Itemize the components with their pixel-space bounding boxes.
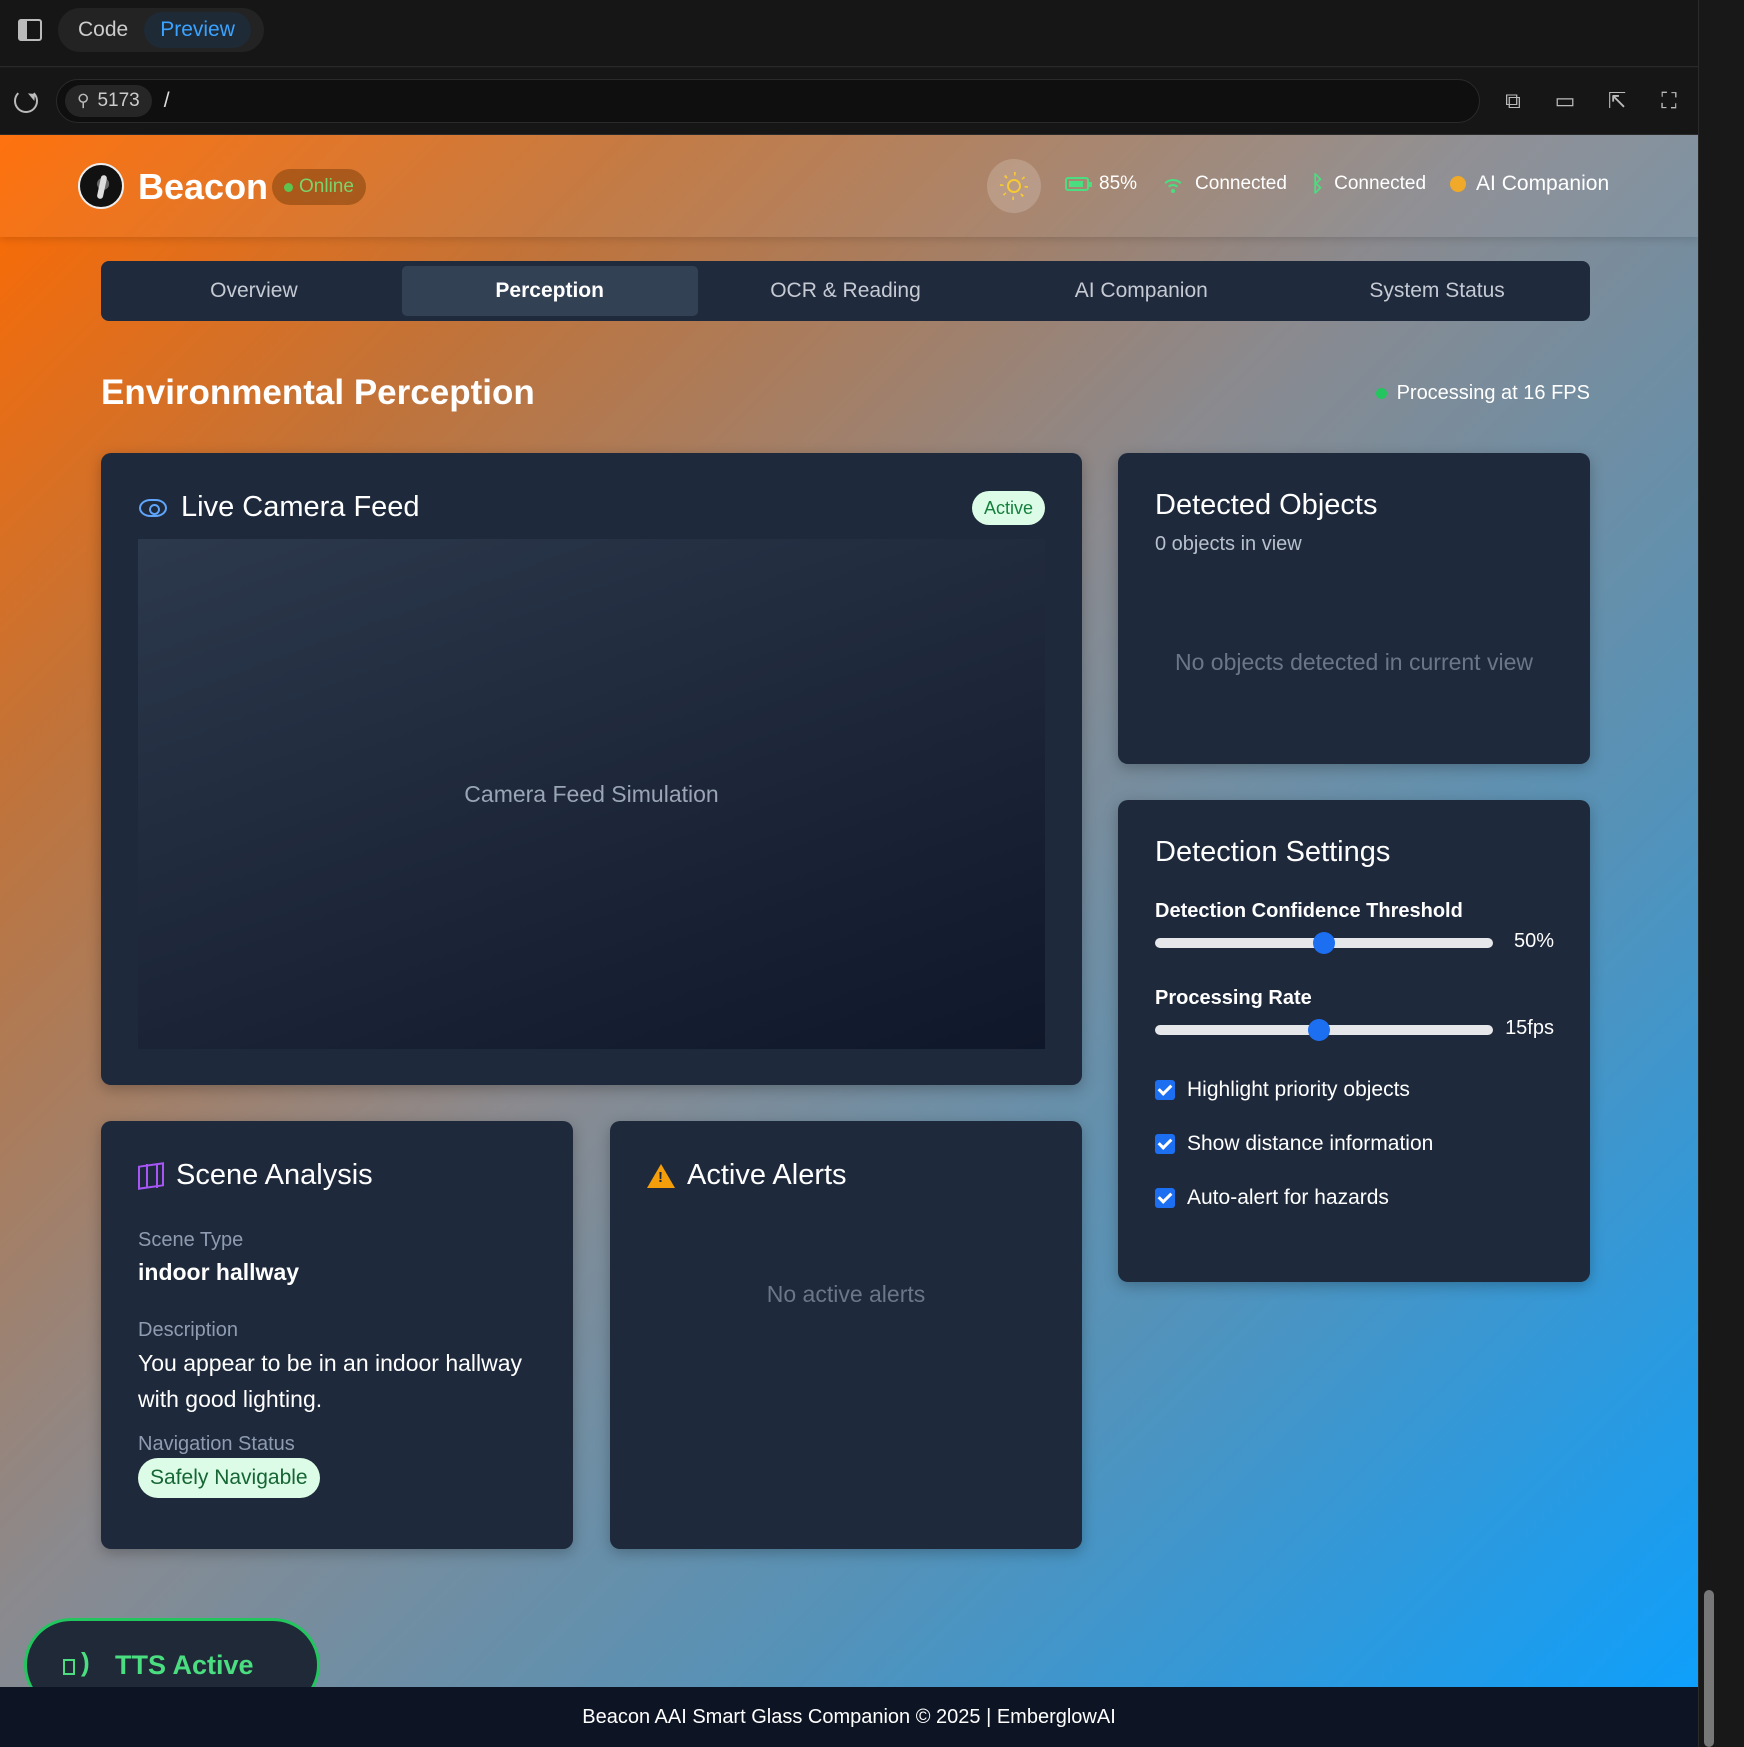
fullscreen-icon[interactable]: ⛶: [1656, 88, 1682, 114]
processing-rate-slider-thumb[interactable]: [1307, 1019, 1330, 1041]
scene-title: Scene Analysis: [176, 1159, 373, 1191]
camera-active-badge: Active: [971, 491, 1045, 525]
scrollbar-track[interactable]: [1698, 0, 1744, 1747]
alerts-empty-state: No active alerts: [766, 1281, 926, 1307]
app-header: Beacon Online 85% Connected ᛒ Connected …: [0, 135, 1698, 237]
navigation-status-badge: Safely Navigable: [138, 1458, 320, 1498]
auto-alert-label[interactable]: Auto-alert for hazards: [1187, 1186, 1389, 1210]
browser-toolbar: Code Preview: [0, 0, 1698, 67]
inspect-cursor-icon[interactable]: ⇱: [1604, 88, 1630, 114]
eye-icon: [139, 498, 167, 517]
sidebar-toggle-icon[interactable]: [18, 19, 42, 41]
port-number: 5173: [97, 90, 140, 111]
objects-title: Detected Objects: [1155, 489, 1378, 521]
map-icon: [138, 1163, 164, 1188]
online-label: Online: [299, 176, 354, 197]
device-toggle-icon[interactable]: ▭: [1552, 88, 1578, 114]
camera-card: Live Camera Feed Active Camera Feed Simu…: [101, 453, 1082, 1085]
warning-icon: [647, 1163, 675, 1188]
ai-companion-label: AI Companion: [1476, 172, 1610, 195]
detected-objects-card: Detected Objects 0 objects in view No ob…: [1118, 453, 1590, 764]
device-status: 85% Connected ᛒ Connected AI Companion: [1065, 171, 1609, 197]
online-dot-icon: [284, 182, 293, 192]
bluetooth-status: ᛒ Connected: [1311, 171, 1426, 197]
fps-status: Processing at 16 FPS: [1375, 382, 1590, 405]
fps-label: Processing at 16 FPS: [1396, 382, 1590, 404]
confidence-slider[interactable]: [1155, 932, 1493, 954]
tts-label: TTS Active: [115, 1649, 254, 1680]
processing-rate-slider[interactable]: [1155, 1019, 1493, 1041]
online-badge: Online: [272, 169, 366, 205]
reload-icon[interactable]: [14, 89, 38, 113]
scene-analysis-card: Scene Analysis Scene Type indoor hallway…: [101, 1121, 573, 1549]
confidence-label: Detection Confidence Threshold: [1155, 900, 1463, 922]
bluetooth-icon: ᛒ: [1310, 171, 1325, 196]
brand-name: Beacon: [138, 166, 269, 207]
theme-toggle-button[interactable]: [987, 159, 1041, 213]
description-label: Description: [138, 1319, 239, 1341]
open-external-icon[interactable]: ⧉: [1500, 88, 1526, 114]
address-bar: ⚲ 5173 / ⧉ ▭ ⇱ ⛶: [0, 68, 1698, 135]
camera-placeholder: Camera Feed Simulation: [464, 780, 719, 807]
distance-info-label[interactable]: Show distance information: [1187, 1132, 1433, 1156]
battery-icon: [1065, 177, 1092, 191]
confidence-slider-thumb[interactable]: [1313, 932, 1335, 954]
active-alerts-card: Active Alerts No active alerts: [610, 1121, 1082, 1549]
distance-info-checkbox[interactable]: [1155, 1134, 1175, 1154]
battery-status: 85%: [1065, 173, 1137, 195]
sun-icon: [1007, 179, 1021, 193]
scene-type-label: Scene Type: [138, 1229, 244, 1251]
highlight-priority-label[interactable]: Highlight priority objects: [1187, 1078, 1410, 1102]
url-field[interactable]: ⚲ 5173 /: [56, 79, 1480, 123]
processing-rate-label: Processing Rate: [1155, 987, 1312, 1009]
wifi-value: Connected: [1195, 173, 1287, 194]
description-value: You appear to be in an indoor hallway wi…: [138, 1350, 523, 1412]
page-title: Environmental Perception: [101, 373, 535, 412]
objects-empty-state: No objects detected in current view: [1175, 649, 1533, 675]
bluetooth-value: Connected: [1334, 173, 1427, 194]
port-chip[interactable]: ⚲ 5173: [65, 85, 152, 117]
navigation-status-label: Navigation Status: [138, 1433, 295, 1455]
battery-value: 85%: [1099, 173, 1138, 194]
highlight-priority-option[interactable]: Highlight priority objects: [1155, 1078, 1410, 1102]
objects-count: 0 objects in view: [1155, 533, 1302, 555]
tab-system-status[interactable]: System Status: [1289, 266, 1585, 316]
wifi-icon: [1161, 175, 1186, 193]
processing-rate-value: 15fps: [1505, 1017, 1554, 1039]
app-viewport: Beacon Online 85% Connected ᛒ Connected …: [0, 135, 1698, 1747]
ai-status-dot-icon: [1450, 176, 1467, 192]
tab-ocr-reading[interactable]: OCR & Reading: [698, 266, 994, 316]
camera-card-header: Live Camera Feed: [139, 491, 420, 524]
alerts-title: Active Alerts: [687, 1159, 847, 1191]
mode-tab-code[interactable]: Code: [62, 12, 144, 48]
plug-icon: ⚲: [77, 91, 90, 110]
auto-alert-checkbox[interactable]: [1155, 1188, 1175, 1208]
beacon-logo: [78, 163, 124, 209]
wifi-status: Connected: [1161, 173, 1287, 195]
detection-settings-card: Detection Settings Detection Confidence …: [1118, 800, 1590, 1282]
scene-card-header: Scene Analysis: [138, 1159, 373, 1192]
alerts-card-header: Active Alerts: [647, 1159, 847, 1192]
tab-overview[interactable]: Overview: [106, 266, 402, 316]
distance-info-option[interactable]: Show distance information: [1155, 1132, 1433, 1156]
settings-title: Detection Settings: [1155, 836, 1391, 868]
url-path[interactable]: /: [164, 89, 170, 113]
camera-title: Live Camera Feed: [181, 491, 420, 523]
mode-toggle: Code Preview: [58, 8, 264, 52]
highlight-priority-checkbox[interactable]: [1155, 1080, 1175, 1100]
mode-tab-preview[interactable]: Preview: [144, 12, 251, 48]
scrollbar-thumb[interactable]: [1704, 1590, 1714, 1747]
tab-ai-companion[interactable]: AI Companion: [993, 266, 1289, 316]
confidence-value: 50%: [1513, 930, 1554, 952]
main-tabs: Overview Perception OCR & Reading AI Com…: [101, 261, 1590, 321]
ai-companion-status[interactable]: AI Companion: [1450, 172, 1609, 196]
speaker-icon: [63, 1647, 99, 1679]
chrome-actions: ⧉ ▭ ⇱ ⛶: [1500, 88, 1682, 114]
scene-type-value: indoor hallway: [138, 1259, 300, 1285]
tab-perception[interactable]: Perception: [401, 266, 698, 316]
auto-alert-option[interactable]: Auto-alert for hazards: [1155, 1186, 1389, 1210]
footer: Beacon AAI Smart Glass Companion © 2025 …: [0, 1687, 1698, 1747]
processing-dot-icon: [1375, 388, 1387, 399]
camera-view: Camera Feed Simulation: [138, 539, 1045, 1049]
